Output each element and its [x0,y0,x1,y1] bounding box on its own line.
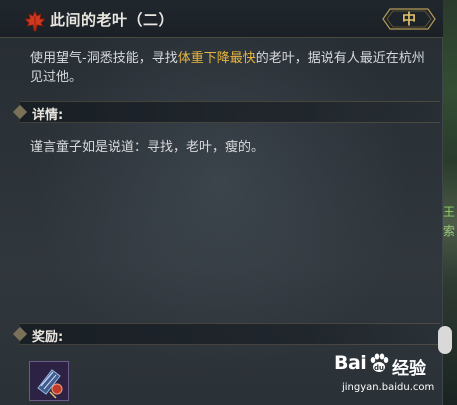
difficulty-label: 中 [402,12,416,28]
quest-description: 使用望气-洞悉技能，寻找体重下降最快的老叶，据说有人最近在杭州见过他。 [30,49,425,87]
rewards-label: 奖励: [32,330,64,345]
section-marker-icon [12,104,28,120]
baidu-paw-icon: du [370,353,389,372]
watermark-suffix: 经验 [392,359,426,379]
section-marker-icon [12,326,28,342]
details-section-header: 详情: [12,101,440,123]
reward-item-slot[interactable] [29,361,69,401]
rewards-section-header: 奖励: [12,323,440,345]
difficulty-badge: 中 [382,8,436,30]
baidu-jingyan-watermark: Bai du 经验 jingyan.baidu.com [334,350,442,402]
world-text-glyph: 王 [443,205,456,219]
description-highlight: 体重下降最快 [177,51,256,66]
maple-leaf-icon [24,10,46,32]
details-text: 谨言童子如是说道：寻找，老叶，瘦的。 [30,140,265,155]
svg-text:du: du [374,364,384,372]
watermark-url: jingyan.baidu.com [342,382,435,393]
description-text: 使用望气-洞悉技能，寻找 [30,51,178,66]
scroll-item-icon [30,362,68,400]
watermark-logo-text: Bai [334,352,367,374]
quest-title: 此间的老叶（二） [50,11,175,29]
details-label: 详情: [32,108,64,123]
world-text-glyph: 索 [443,224,456,238]
quest-header: 此间的老叶（二） 中 [0,0,443,38]
quest-detail-panel: 此间的老叶（二） 中 使用望气-洞悉技能，寻找体重下降最快的老叶，据说有人最近在… [0,0,443,405]
